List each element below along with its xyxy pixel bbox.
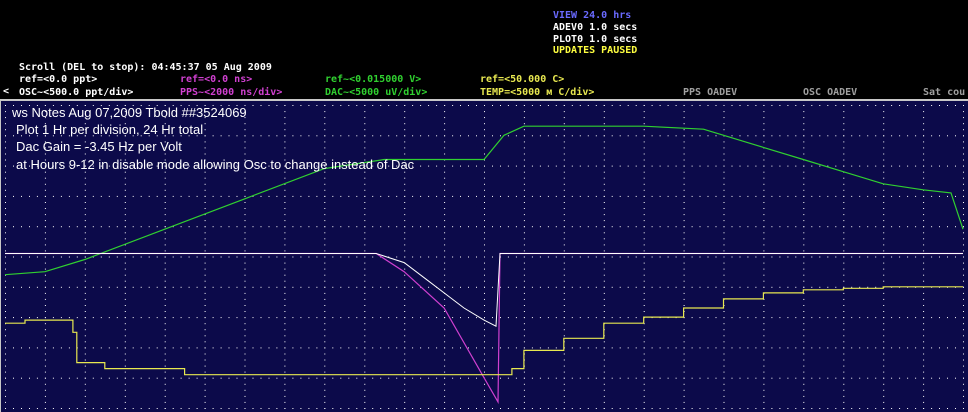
osc-oadev-label: OSC OADEV xyxy=(803,87,858,98)
notes-line-3: Dac Gain = -3.45 Hz per Volt xyxy=(16,139,182,154)
pps-oadev-label: PPS OADEV xyxy=(683,87,738,98)
notes-line-4: at Hours 9-12 in disable mode allowing O… xyxy=(16,157,415,172)
pps-trace xyxy=(5,252,963,405)
lady-heather-screen: VIEW 24.0 hrs ADEV0 1.0 secs PLOT0 1.0 s… xyxy=(0,0,968,412)
pps-scale-label: PPS~<2000 ns/div> xyxy=(180,87,283,98)
updates-paused-status: UPDATES PAUSED xyxy=(553,45,638,56)
view-span-readout: VIEW 24.0 hrs xyxy=(553,10,632,21)
pps-ref-label: ref=<0.0 ns> xyxy=(180,74,253,85)
notes-line-2: Plot 1 Hr per division, 24 Hr total xyxy=(16,122,204,137)
dac-ref-label: ref~<0.015000 V> xyxy=(325,74,422,85)
temp-scale-label: TEMP=<5000 м C/div> xyxy=(480,87,595,98)
dac-scale-label: DAC~<5000 uV/div> xyxy=(325,87,428,98)
temp-trace xyxy=(5,286,963,376)
temp-ref-label: ref=<50.000 C> xyxy=(480,74,565,85)
plot-interval-readout: PLOT0 1.0 secs xyxy=(553,34,638,45)
scroll-left-arrow-icon[interactable]: < xyxy=(3,86,9,97)
osc-ref-label: ref=<0.0 ppt> xyxy=(19,74,98,85)
notes-line-1: ws Notes Aug 07,2009 Tbold ##3524069 xyxy=(12,105,247,120)
sat-count-label: Sat cou xyxy=(923,87,966,98)
scroll-status-line: Scroll (DEL to stop): 04:45:37 05 Aug 20… xyxy=(19,62,272,73)
osc-scale-label: OSC~<500.0 ppt/div> xyxy=(19,87,134,98)
adev-interval-readout: ADEV0 1.0 secs xyxy=(553,22,638,33)
